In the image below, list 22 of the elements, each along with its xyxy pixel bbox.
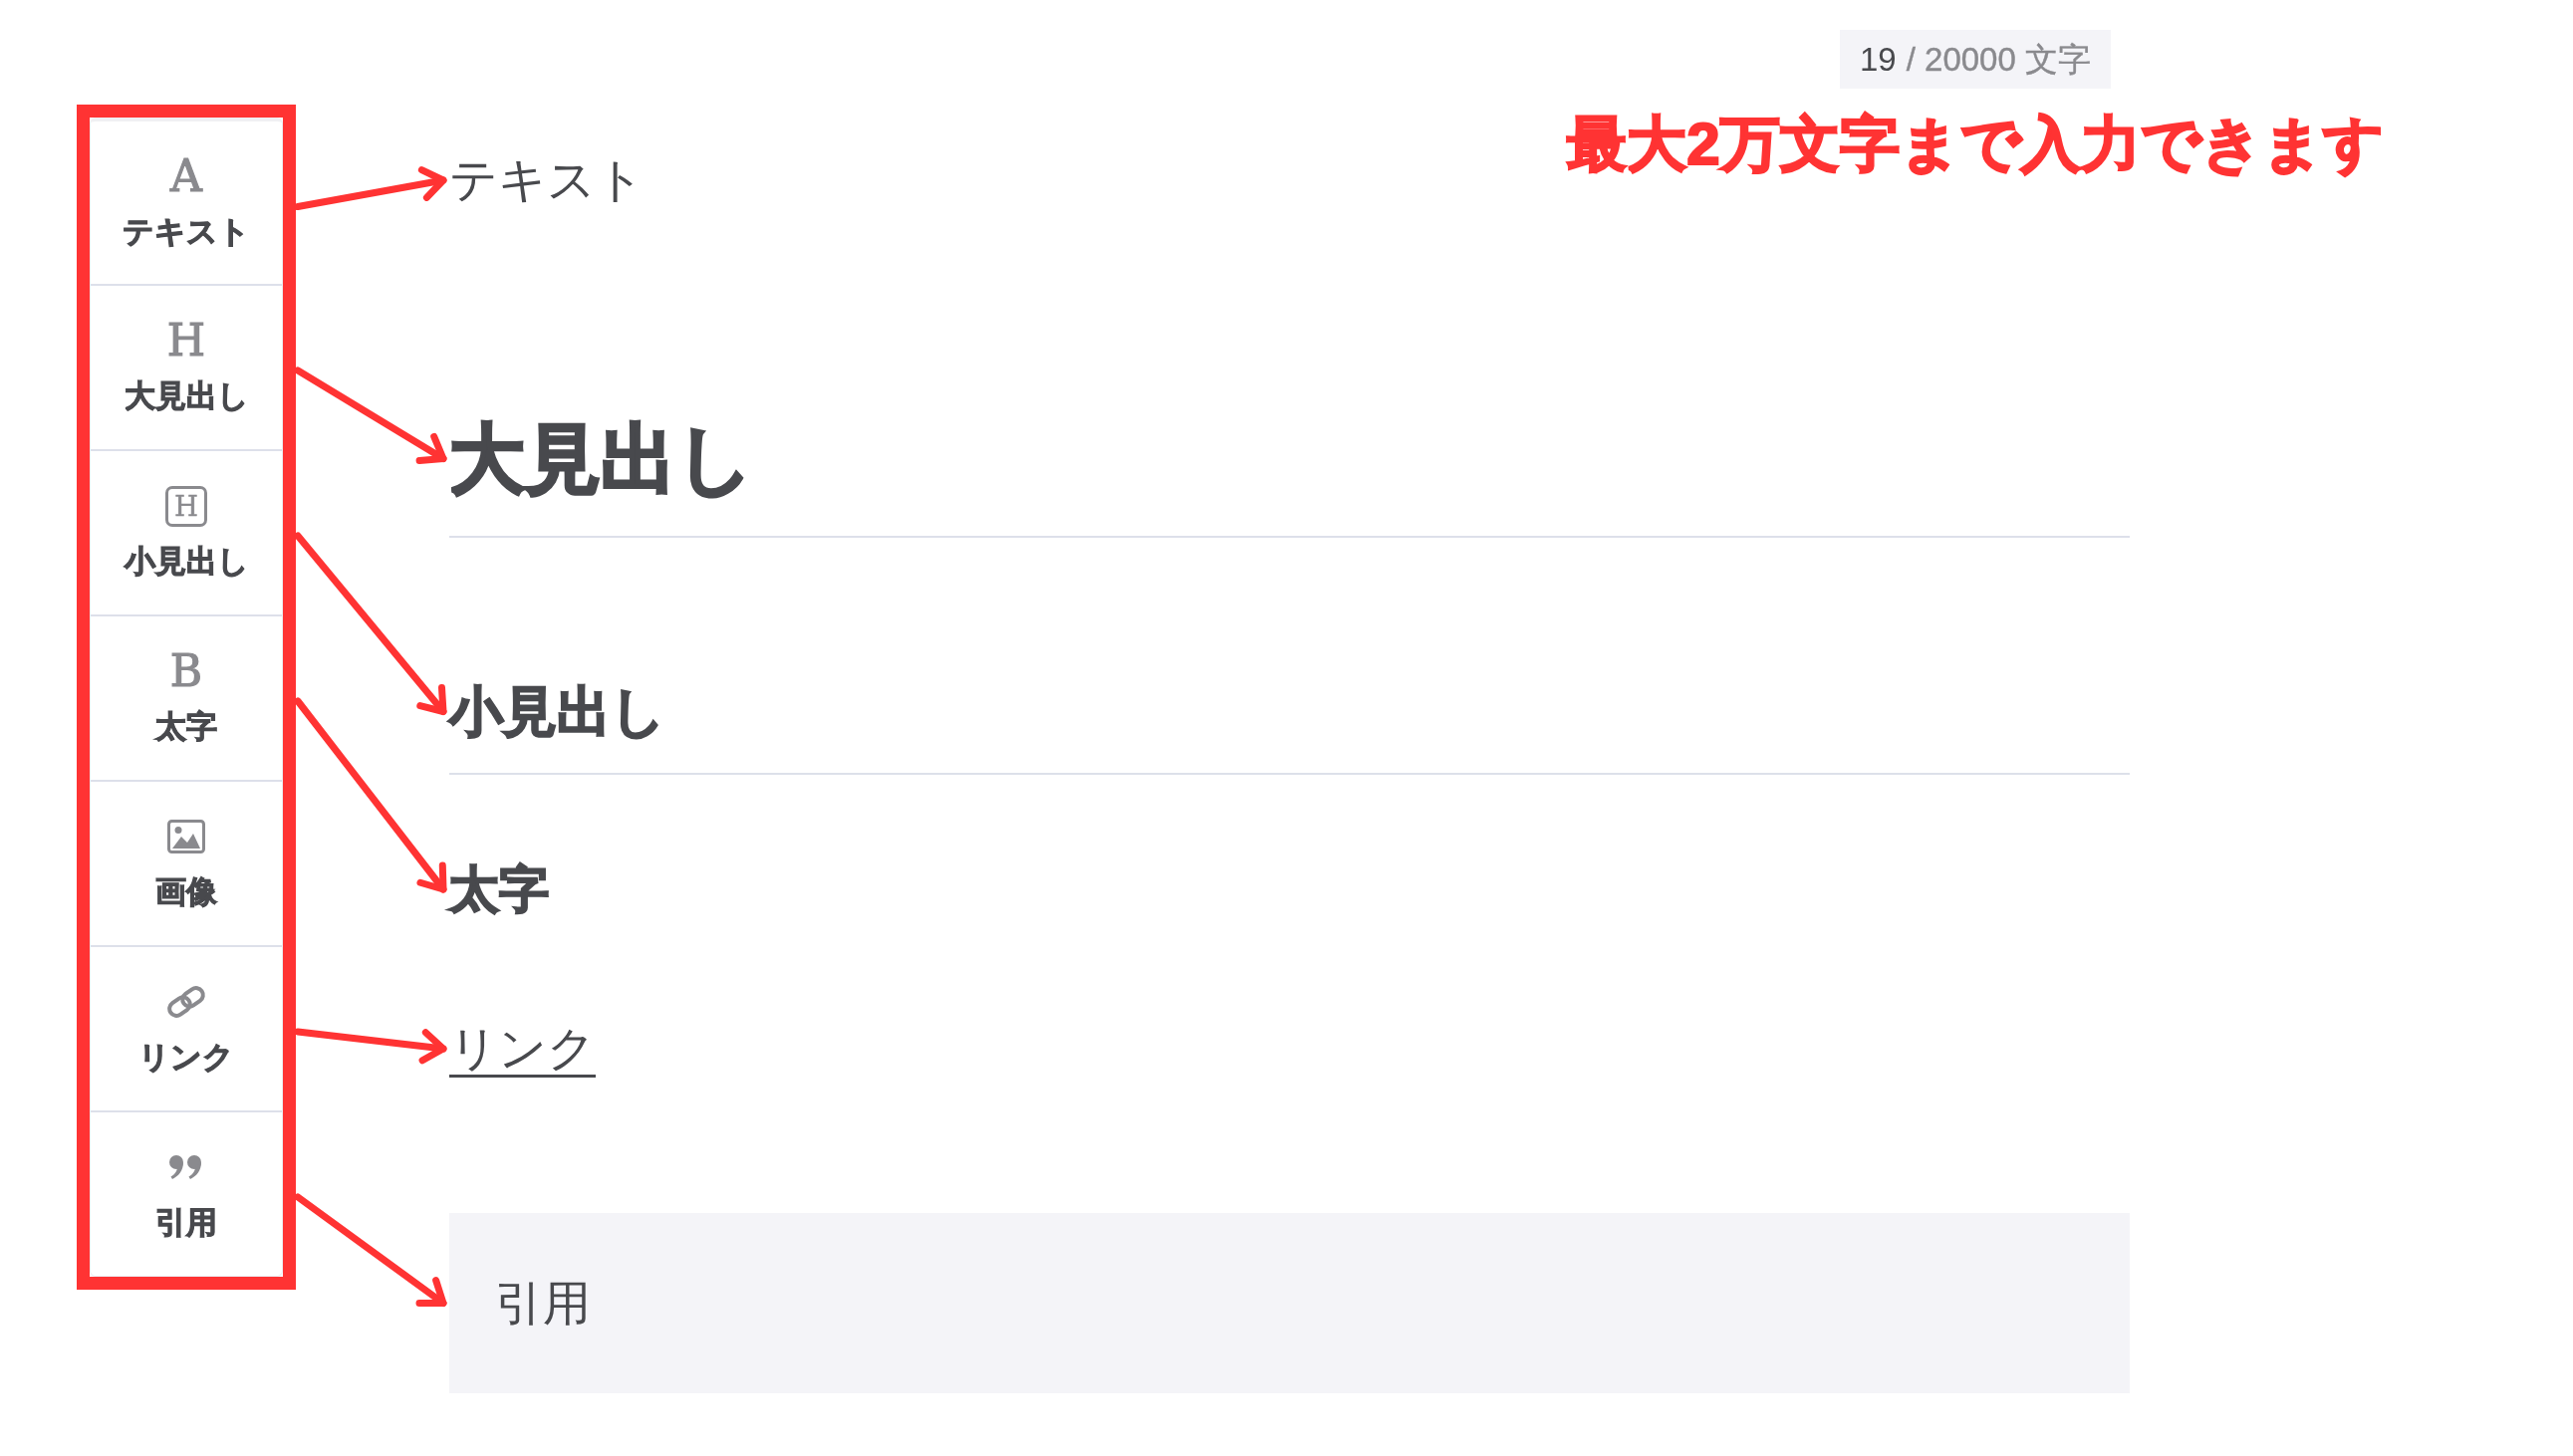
bold-text: 太字 (449, 860, 549, 919)
toolbar-button[interactable]: B 太字 (91, 614, 282, 780)
small-heading: 小見出し (449, 680, 665, 743)
toolbar-button[interactable]: H 小見出し (91, 449, 282, 614)
toolbar-button[interactable]: 画像 (91, 780, 282, 945)
toolbar-button[interactable]: H 大見出し (91, 284, 282, 449)
character-count: 19 (1860, 39, 1897, 80)
text-icon: A (170, 153, 202, 198)
toolbar-button[interactable]: リンク (91, 945, 282, 1110)
image-icon (167, 820, 205, 853)
quote-block: 引用 (449, 1213, 2130, 1393)
quote-icon (168, 1154, 204, 1180)
bold-icon: B (169, 649, 203, 693)
body-text: テキスト (449, 152, 644, 208)
toolbar-button[interactable]: 引用 (91, 1110, 282, 1276)
large-heading: 大見出し (449, 415, 754, 503)
link-text[interactable]: リンク (449, 1020, 596, 1078)
boxed-heading-icon: H (165, 485, 207, 527)
character-limit: / 20000 文字 (1906, 39, 2091, 80)
toolbar-button[interactable]: A テキスト (91, 121, 282, 284)
annotation-note: 最大2万文字まで入力できます (1567, 110, 2384, 179)
heading-icon: H (166, 319, 206, 363)
